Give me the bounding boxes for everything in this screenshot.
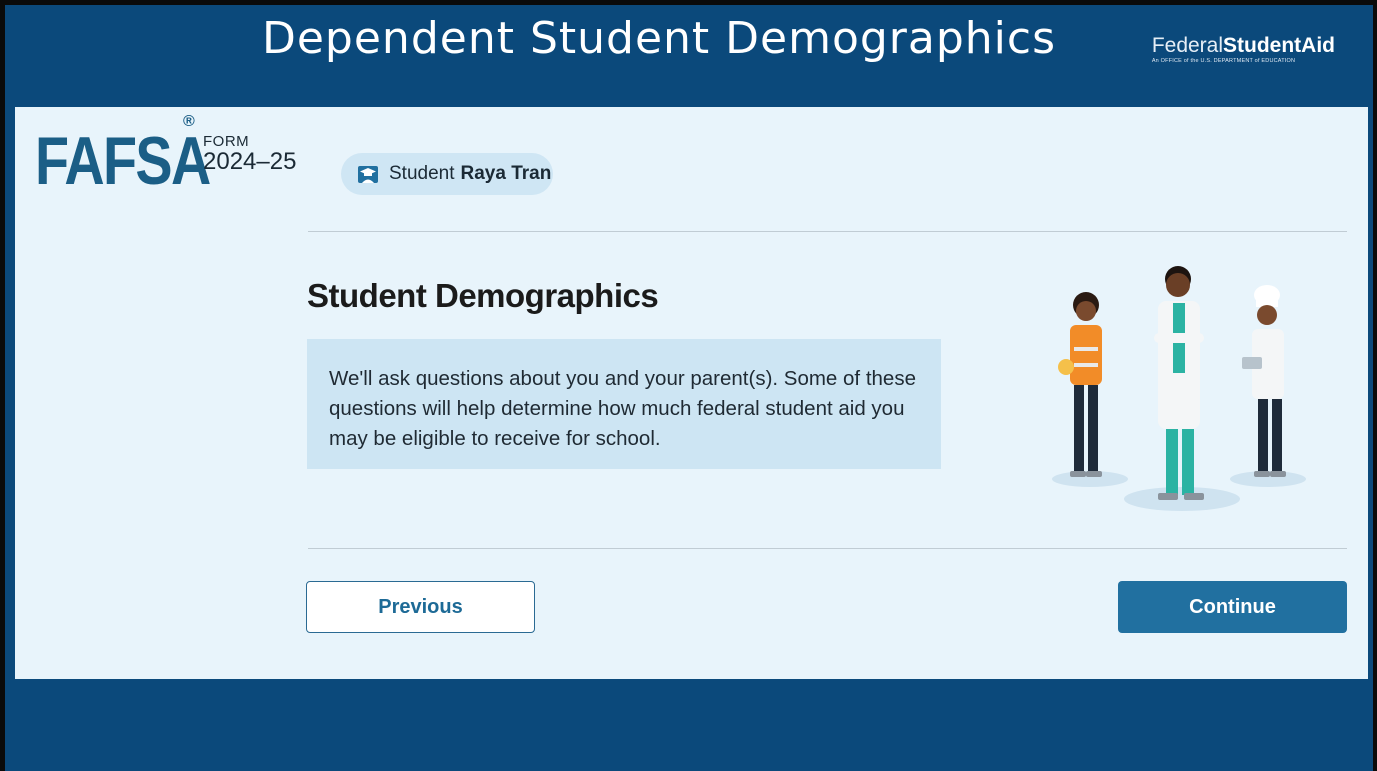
logo-tagline: An OFFICE of the U.S. DEPARTMENT of EDUC… <box>1151 58 1296 64</box>
continue-button[interactable]: Continue <box>1118 581 1347 633</box>
form-year: 2024–25 <box>203 148 297 175</box>
student-name: Raya Tran <box>460 163 552 184</box>
bottom-divider <box>308 548 1347 549</box>
graduation-cap-person-icon <box>358 166 378 183</box>
top-divider <box>308 231 1347 232</box>
fafsa-wordmark: FAFSA <box>35 123 211 199</box>
registered-mark: ® <box>183 113 195 130</box>
federal-student-aid-logo: FederalStudentAid An OFFICE of the U.S. … <box>1151 34 1335 65</box>
page-heading: Student Demographics <box>307 277 659 314</box>
info-box: We'll ask questions about you and your p… <box>307 339 941 469</box>
form-year-block: FORM 2024–25 <box>203 133 296 176</box>
three-workers-illustration <box>1052 266 1306 511</box>
student-pill[interactable]: Student Raya Tran <box>341 153 553 195</box>
slide: Dependent Student Demographics FederalSt… <box>0 0 1377 771</box>
info-text: We'll ask questions about you and your p… <box>329 367 916 450</box>
previous-button[interactable]: Previous <box>306 581 535 633</box>
fafsa-page: FAFSA ® FORM 2024–25 Student Raya Tran S… <box>15 107 1368 679</box>
student-role-label: Student <box>389 163 455 184</box>
